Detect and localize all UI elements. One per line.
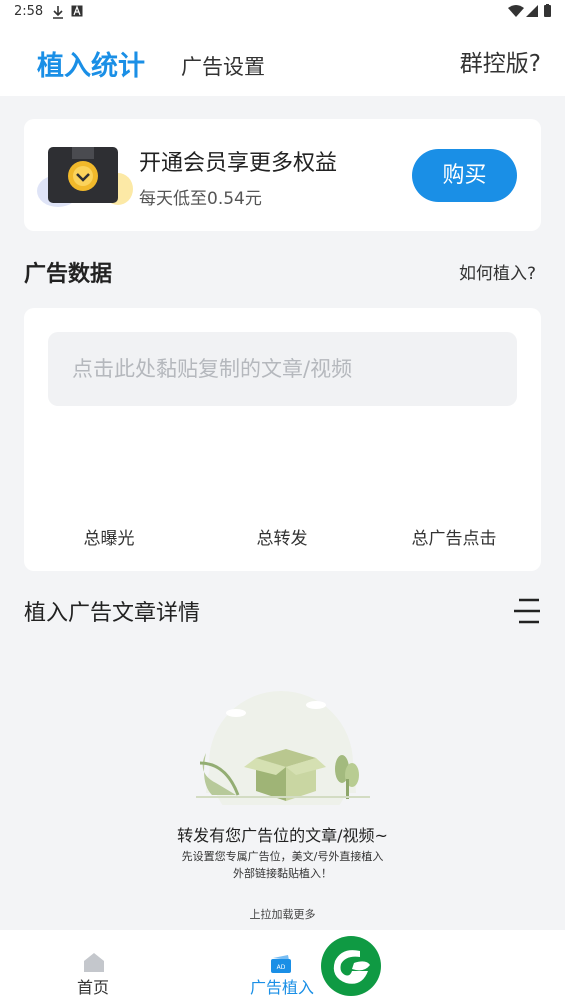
top-bar: 植入统计 广告设置 群控版? [0,24,565,96]
vip-banner: 开通会员享更多权益 每天低至0.54元 购买 [24,119,541,231]
download-icon [53,6,63,19]
stat-total-forward: 总转发 [256,529,308,549]
medal-icon [37,147,133,207]
ad-icon: AD [271,955,291,973]
tab-implant-stats[interactable]: 植入统计 [37,44,145,83]
wifi-icon [508,5,524,17]
nav-home[interactable]: 首页 [62,930,126,1004]
vip-title: 开通会员享更多权益 [139,151,338,176]
stat-total-ad-clicks: 总广告点击 [411,529,497,549]
battery-icon [544,4,551,17]
buy-button[interactable]: 购买 [412,149,517,202]
details-title: 植入广告文章详情 [24,601,201,626]
stat-total-exposure: 总曝光 [83,529,135,549]
ad-data-title: 广告数据 [24,262,113,287]
empty-box-illustration [196,691,370,805]
signal-icon [526,5,538,17]
how-to-implant-link[interactable]: 如何植入? [459,259,536,284]
ad-data-card: 点击此处黏贴复制的文章/视频 总曝光 总转发 总广告点击 [24,308,541,571]
nav-home-label: 首页 [77,978,110,997]
vip-subtitle: 每天低至0.54元 [139,189,262,209]
status-time: 2:58 [14,4,44,19]
load-more-text: 上拉加载更多 [249,908,316,921]
bottom-nav: 首页 AD 广告植入 [0,930,565,1004]
brand-leaf-icon[interactable] [320,935,382,997]
nav-ad-implant-label: 广告植入 [250,978,315,997]
menu-icon[interactable] [513,597,541,625]
group-control-link[interactable]: 群控版? [460,44,541,78]
empty-line2: 外部链接黏贴植入！ [233,867,332,880]
empty-description: 先设置您专属广告位，美文/号外直接植入 外部链接黏贴植入！ [0,848,565,882]
nav-ad-implant[interactable]: AD 广告植入 [244,930,322,1004]
home-icon [84,953,104,972]
empty-title: 转发有您广告位的文章/视频~ [177,826,388,845]
svg-text:AD: AD [277,964,286,971]
paste-input[interactable]: 点击此处黏贴复制的文章/视频 [48,332,517,406]
a-app-icon [71,5,83,17]
tab-ad-settings[interactable]: 广告设置 [181,51,265,81]
status-bar: 2:58 [0,0,565,24]
empty-line1: 先设置您专属广告位，美文/号外直接植入 [181,850,384,863]
